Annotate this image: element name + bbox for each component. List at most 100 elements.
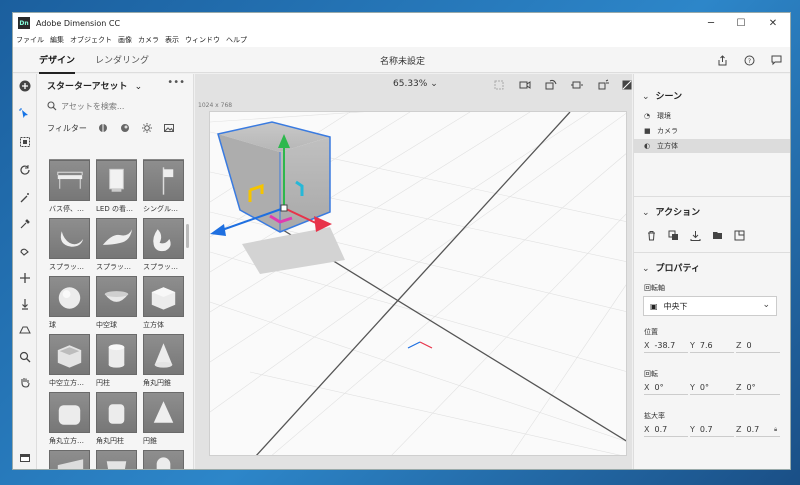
scale-fields: X 0.7 Y 0.7 Z 0.7 [644, 425, 782, 437]
minimize-button[interactable]: ─ [697, 13, 725, 33]
menu-file[interactable]: ファイル [16, 35, 44, 45]
light-filter-icon[interactable] [141, 122, 153, 134]
panel-toggle-icon[interactable] [17, 450, 33, 466]
scene-item-cube[interactable]: ◐ 立方体 [634, 139, 790, 153]
export-icon[interactable] [732, 228, 746, 242]
asset-item[interactable]: 角丸円錐 [143, 334, 184, 388]
menu-bar: ファイル 編集 オブジェクト 画像 カメラ 表示 ウィンドウ ヘルプ [13, 33, 790, 47]
actions-header[interactable]: ⌄ アクション [642, 205, 700, 218]
scale-x-value: 0.7 [654, 425, 668, 434]
asset-item[interactable] [143, 450, 184, 469]
assets-scrollbar[interactable] [186, 224, 189, 248]
asset-item[interactable]: LED の看… [96, 160, 137, 214]
menu-window[interactable]: ウィンドウ [185, 35, 220, 45]
asset-item[interactable] [49, 450, 90, 469]
add-icon[interactable] [17, 78, 33, 94]
move-icon[interactable] [17, 270, 33, 286]
menu-camera[interactable]: カメラ [138, 35, 159, 45]
asset-label: 中空球 [96, 321, 117, 329]
asset-label: LED の看… [96, 205, 133, 213]
asset-item[interactable]: 角丸円柱 [96, 392, 137, 446]
menu-object[interactable]: オブジェクト [70, 35, 112, 45]
group-icon[interactable] [710, 228, 724, 242]
menu-image[interactable]: 画像 [118, 35, 132, 45]
asset-search-input[interactable] [61, 101, 181, 111]
paint-icon[interactable] [17, 244, 33, 260]
scene-header[interactable]: ⌄ シーン [642, 89, 682, 102]
frame-icon[interactable] [491, 77, 507, 93]
rotation-y-field[interactable]: Y 0° [690, 383, 734, 395]
pivot-value: 中央下 [663, 301, 688, 311]
rotation-z-value: 0° [746, 383, 756, 392]
camera-dolly-icon[interactable] [595, 77, 611, 93]
asset-item[interactable]: 角丸立方… [49, 392, 90, 446]
asset-item[interactable]: スプラッ… [96, 218, 137, 272]
chat-icon[interactable] [768, 52, 784, 68]
select-all-icon[interactable] [17, 134, 33, 150]
svg-text:?: ? [747, 58, 750, 65]
maximize-button[interactable]: ☐ [727, 13, 755, 33]
canvas-size-label: 1024 x 768 [198, 102, 233, 109]
position-y-value: 7.6 [699, 341, 713, 350]
drop-to-ground-icon[interactable] [17, 296, 33, 312]
scale-y-field[interactable]: Y 0.7 [690, 425, 734, 437]
select-icon[interactable] [17, 106, 33, 122]
assets-header[interactable]: スターターアセット ⌄ [47, 79, 142, 92]
magic-wand-icon[interactable] [17, 190, 33, 206]
asset-item[interactable] [96, 450, 137, 469]
asset-thumbnail [49, 334, 90, 375]
zoom-control[interactable]: 65.33% ⌄ [393, 79, 438, 89]
asset-item[interactable]: スプラッ… [49, 218, 90, 272]
camera-pan-icon[interactable] [569, 77, 585, 93]
asset-item[interactable]: バス停、… [49, 160, 90, 214]
material-filter-icon[interactable] [119, 122, 131, 134]
eyedropper-icon[interactable] [17, 216, 33, 232]
lock-icon[interactable]: 🔒︎ [774, 426, 777, 434]
asset-item[interactable]: 中空球 [96, 276, 137, 330]
duplicate-icon[interactable] [666, 228, 680, 242]
model-filter-icon[interactable] [97, 122, 109, 134]
help-icon[interactable]: ? [741, 52, 757, 68]
menu-help[interactable]: ヘルプ [226, 35, 247, 45]
asset-item[interactable]: 円柱 [96, 334, 137, 388]
orbit-icon[interactable] [17, 162, 33, 178]
scale-x-field[interactable]: X 0.7 [644, 425, 688, 437]
asset-item[interactable]: 立方体 [143, 276, 184, 330]
chevron-down-icon: ⌄ [642, 264, 650, 274]
rotation-fields: X 0° Y 0° Z 0° [644, 383, 782, 395]
asset-item[interactable]: シングル… [143, 160, 184, 214]
axis-y-label: Y [690, 341, 695, 350]
menu-view[interactable]: 表示 [165, 35, 179, 45]
hand-icon[interactable] [17, 374, 33, 390]
camera-move-icon[interactable] [517, 77, 533, 93]
section-divider [634, 196, 790, 197]
share-icon[interactable] [714, 52, 730, 68]
rotation-x-field[interactable]: X 0° [644, 383, 688, 395]
pivot-icon: ▣ [650, 301, 658, 311]
asset-thumbnail [96, 276, 137, 317]
position-x-field[interactable]: X -38.7 [644, 341, 688, 353]
zoom-icon[interactable] [17, 349, 33, 365]
camera-orbit-icon[interactable] [543, 77, 559, 93]
image-filter-icon[interactable] [163, 122, 175, 134]
close-button[interactable]: ✕ [759, 13, 787, 33]
rotation-z-field[interactable]: Z 0° [736, 383, 780, 395]
properties-header[interactable]: ⌄ プロパティ [642, 261, 700, 274]
horizon-icon[interactable] [17, 322, 33, 338]
asset-item[interactable]: スプラッ… [143, 218, 184, 272]
position-y-field[interactable]: Y 7.6 [690, 341, 734, 353]
asset-item[interactable]: 円錐 [143, 392, 184, 446]
3d-canvas[interactable] [209, 111, 627, 456]
tool-bar [13, 74, 37, 469]
drop-icon[interactable] [688, 228, 702, 242]
scene-item-camera[interactable]: ■ カメラ [634, 124, 790, 138]
position-z-field[interactable]: Z0 [736, 341, 780, 353]
menu-edit[interactable]: 編集 [50, 35, 64, 45]
more-options-button[interactable]: ••• [167, 77, 185, 88]
delete-icon[interactable] [644, 228, 658, 242]
pivot-select[interactable]: ▣ 中央下 ⌄ [643, 296, 777, 316]
asset-item[interactable]: 球 [49, 276, 90, 330]
scene-item-environment[interactable]: ◔ 環境 [634, 109, 790, 123]
asset-item[interactable]: 中空立方… [49, 334, 90, 388]
asset-thumbnail [96, 160, 137, 201]
